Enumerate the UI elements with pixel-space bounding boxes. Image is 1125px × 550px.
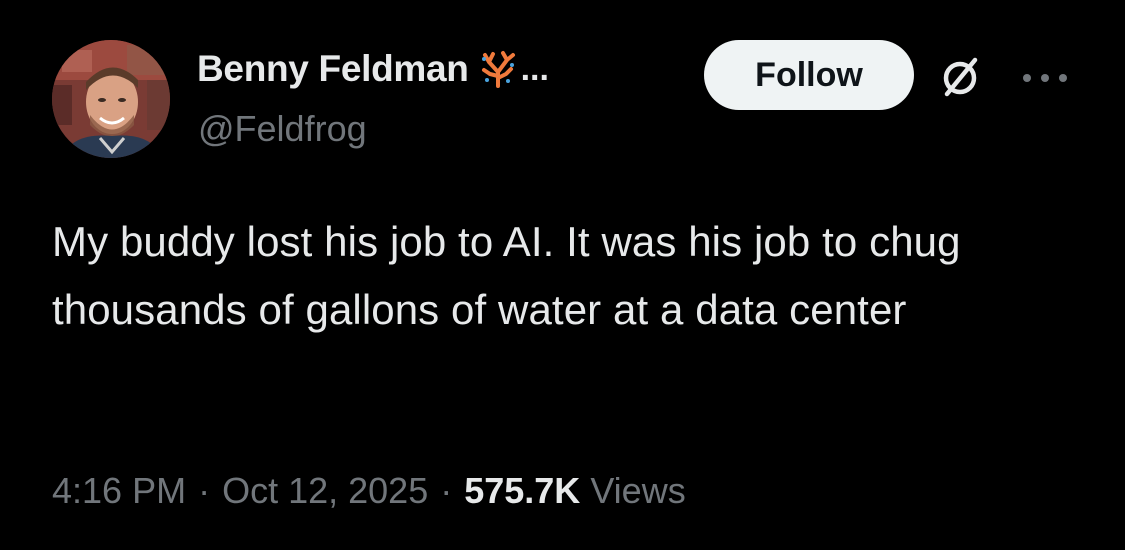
name-ellipsis: ... bbox=[520, 49, 549, 88]
meta-separator: · bbox=[198, 470, 211, 511]
tweet-text: My buddy lost his job to AI. It was his … bbox=[52, 218, 961, 333]
author-handle[interactable]: @Feldfrog bbox=[198, 108, 367, 150]
avatar[interactable] bbox=[52, 40, 170, 158]
more-icon[interactable] bbox=[1018, 58, 1072, 98]
follow-button[interactable]: Follow bbox=[704, 40, 914, 110]
tweet-card: Benny Feldman ... @Feldfrog Follow My bu… bbox=[0, 0, 1125, 550]
author-display-name[interactable]: Benny Feldman bbox=[197, 48, 469, 90]
coral-emoji-icon bbox=[479, 50, 517, 88]
grok-icon[interactable] bbox=[935, 52, 985, 102]
tweet-date[interactable]: Oct 12, 2025 bbox=[222, 470, 428, 512]
meta-separator: · bbox=[440, 470, 453, 511]
author-name-row: Benny Feldman ... bbox=[197, 44, 549, 94]
tweet-meta: 4:16 PM · Oct 12, 2025 · 575.7K Views bbox=[52, 470, 686, 512]
avatar-image bbox=[52, 40, 170, 158]
views-count[interactable]: 575.7K bbox=[464, 470, 580, 512]
tweet-time[interactable]: 4:16 PM bbox=[52, 470, 186, 512]
views-label: Views bbox=[590, 470, 686, 511]
